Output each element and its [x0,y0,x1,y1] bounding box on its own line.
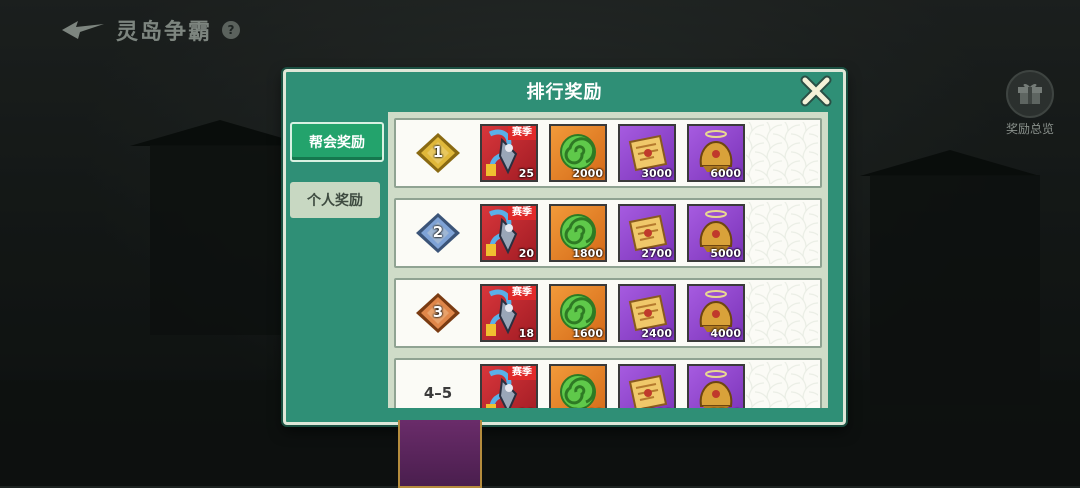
green-spiral-orb-icon[interactable]: 2000 [549,124,607,182]
season-card-icon[interactable]: 赛季 16 [480,364,538,408]
reward-row: 4–5 赛季 16 1400 2200 3500 [394,358,822,408]
green-spiral-orb-icon[interactable]: 1800 [549,204,607,262]
silver-rank-badge: 2 [414,211,462,255]
bronze-rank-badge: 3 [414,291,462,335]
item-quantity: 1400 [572,407,603,408]
rank-number: 2 [432,223,444,241]
rank-range: 4–5 [423,384,453,402]
scroll-icon[interactable]: 2700 [618,204,676,262]
season-tag: 赛季 [508,126,536,140]
item-quantity: 1600 [572,327,603,340]
ranking-rewards-dialog: 排行奖励 帮会奖励 个人奖励 1 赛季 25 2000 3000 6000 2 赛季 20 180… [283,69,846,425]
tab-guild-rewards[interactable]: 帮会奖励 [290,122,384,162]
season-card-icon[interactable]: 赛季 18 [480,284,538,342]
item-quantity: 2000 [572,167,603,180]
reward-row: 3 赛季 18 1600 2400 4000 [394,278,822,348]
item-quantity: 4000 [710,327,741,340]
golden-treasure-icon[interactable]: 4000 [687,284,745,342]
item-quantity: 25 [518,167,534,180]
tab-personal-rewards[interactable]: 个人奖励 [290,182,380,218]
item-quantity: 6000 [710,167,741,180]
season-tag: 赛季 [508,366,536,380]
item-quantity: 20 [518,247,534,260]
reward-overview-button[interactable]: 奖励总览 [1000,70,1060,137]
season-tag: 赛季 [508,206,536,220]
green-spiral-orb-icon[interactable]: 1400 [549,364,607,408]
help-icon[interactable]: ? [222,21,241,39]
season-tag: 赛季 [508,286,536,300]
wave-pattern [746,282,818,344]
reward-row: 1 赛季 25 2000 3000 6000 [394,118,822,188]
item-quantity: 2400 [641,327,672,340]
rank-cell: 2 [396,211,480,255]
reward-items: 赛季 25 2000 3000 6000 [480,124,745,182]
scroll-icon[interactable]: 2400 [618,284,676,342]
gift-box-icon [1006,70,1054,118]
rank-number: 1 [432,143,444,161]
wave-pattern [746,122,818,184]
item-quantity: 1800 [572,247,603,260]
page-title: 灵岛争霸 [116,20,213,45]
item-quantity: 3500 [710,407,741,408]
season-card-icon[interactable]: 赛季 25 [480,124,538,182]
reward-list[interactable]: 1 赛季 25 2000 3000 6000 2 赛季 20 1800 2700 5000 3 赛季 18 1… [388,112,828,408]
guild-banner [398,420,482,488]
item-quantity: 2200 [641,407,672,408]
close-icon[interactable] [799,74,833,108]
rank-number: 3 [432,303,444,321]
rank-cell: 3 [396,291,480,335]
scroll-icon[interactable]: 2200 [618,364,676,408]
green-spiral-orb-icon[interactable]: 1600 [549,284,607,342]
item-quantity: 2700 [641,247,672,260]
wave-pattern [746,202,818,264]
golden-treasure-icon[interactable]: 5000 [687,204,745,262]
scroll-icon[interactable]: 3000 [618,124,676,182]
golden-treasure-icon[interactable]: 3500 [687,364,745,408]
item-quantity: 18 [518,327,534,340]
reward-items: 赛季 18 1600 2400 4000 [480,284,745,342]
reward-overview-label: 奖励总览 [1005,122,1054,136]
item-quantity: 5000 [710,247,741,260]
gold-rank-badge: 1 [414,131,462,175]
reward-tabs: 帮会奖励 个人奖励 [290,122,384,238]
reward-items: 赛季 20 1800 2700 5000 [480,204,745,262]
dialog-title: 排行奖励 [526,82,603,103]
season-card-icon[interactable]: 赛季 20 [480,204,538,262]
item-quantity: 16 [519,407,534,408]
item-quantity: 3000 [641,167,672,180]
wave-pattern [746,362,818,408]
reward-row: 2 赛季 20 1800 2700 5000 [394,198,822,268]
rank-cell: 4–5 [396,384,480,402]
rank-cell: 1 [396,131,480,175]
reward-items: 赛季 16 1400 2200 3500 [480,364,745,408]
golden-treasure-icon[interactable]: 6000 [687,124,745,182]
top-bar: 灵岛争霸 ? [60,14,241,46]
back-icon[interactable] [60,18,106,42]
